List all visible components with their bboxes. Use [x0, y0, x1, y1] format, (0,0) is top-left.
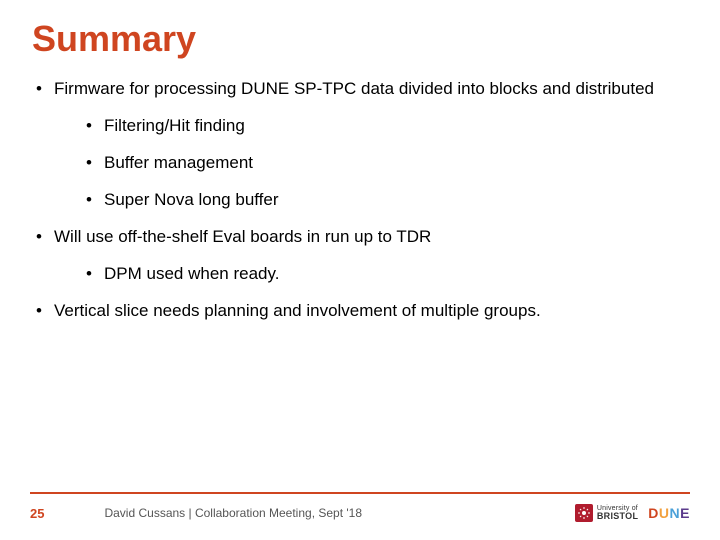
list-item: DPM used when ready. [86, 263, 680, 286]
dune-letter-u: U [659, 505, 670, 521]
bullet-text: Will use off-the-shelf Eval boards in ru… [54, 227, 431, 246]
footer-row: 25 David Cussans | Collaboration Meeting… [30, 504, 690, 522]
list-item: Firmware for processing DUNE SP-TPC data… [36, 78, 680, 212]
bullet-text: Firmware for processing DUNE SP-TPC data… [54, 79, 654, 98]
bullet-list: Firmware for processing DUNE SP-TPC data… [30, 78, 690, 323]
bullet-text: DPM used when ready. [104, 264, 279, 283]
sub-list: Filtering/Hit finding Buffer management … [54, 115, 680, 212]
list-item: Will use off-the-shelf Eval boards in ru… [36, 226, 680, 286]
page-number: 25 [30, 506, 44, 521]
slide: Summary Firmware for processing DUNE SP-… [0, 0, 720, 540]
footer: 25 David Cussans | Collaboration Meeting… [30, 492, 690, 522]
sun-icon [578, 507, 590, 519]
bristol-line2: BRISTOL [597, 512, 638, 521]
bullet-text: Filtering/Hit finding [104, 116, 245, 135]
footer-logos: University of BRISTOL DUNE [575, 504, 690, 522]
bullet-text: Vertical slice needs planning and involv… [54, 301, 541, 320]
bristol-logo: University of BRISTOL [575, 504, 638, 522]
bullet-text: Super Nova long buffer [104, 190, 279, 209]
footer-left: 25 David Cussans | Collaboration Meeting… [30, 506, 362, 521]
footer-text: David Cussans | Collaboration Meeting, S… [104, 506, 362, 520]
sub-list: DPM used when ready. [54, 263, 680, 286]
list-item: Vertical slice needs planning and involv… [36, 300, 680, 323]
bristol-crest-icon [575, 504, 593, 522]
dune-logo: DUNE [648, 505, 690, 521]
list-item: Filtering/Hit finding [86, 115, 680, 138]
footer-rule [30, 492, 690, 494]
bullet-text: Buffer management [104, 153, 253, 172]
dune-letter-e: E [680, 505, 690, 521]
dune-letter-n: N [670, 505, 681, 521]
dune-letter-d: D [648, 505, 659, 521]
list-item: Super Nova long buffer [86, 189, 680, 212]
slide-title: Summary [32, 18, 690, 60]
bristol-text: University of BRISTOL [597, 505, 638, 521]
list-item: Buffer management [86, 152, 680, 175]
